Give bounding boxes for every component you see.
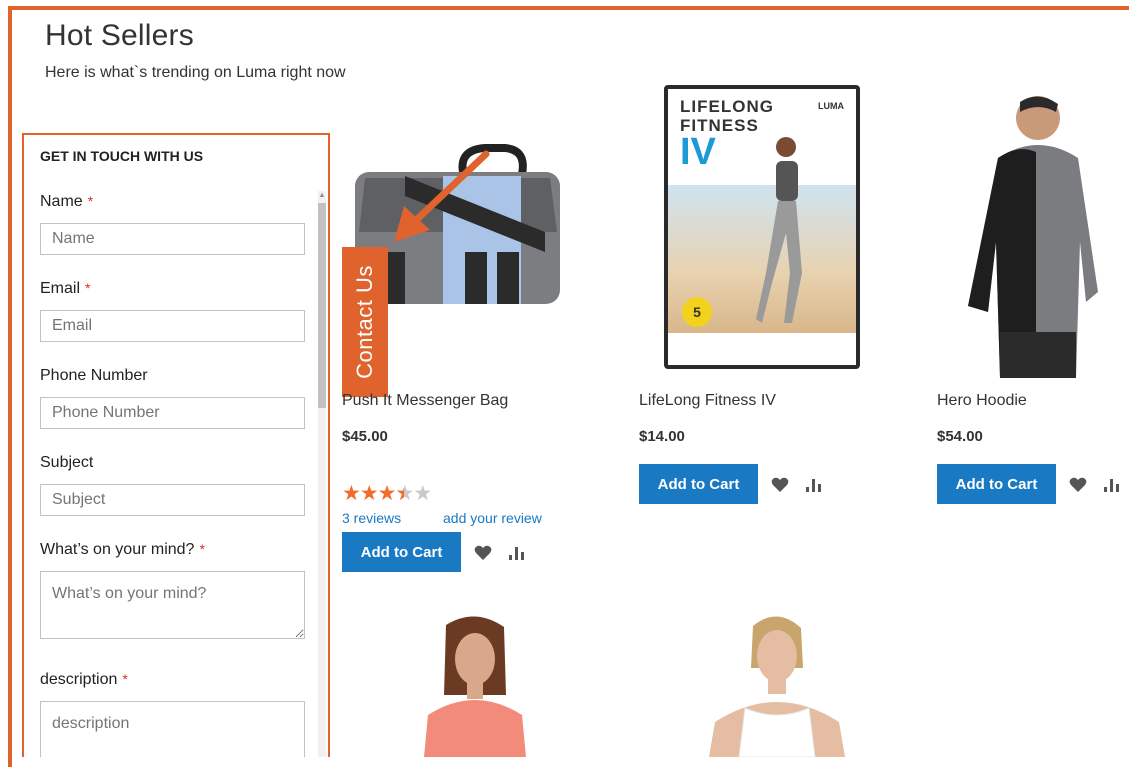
scroll-thumb[interactable] bbox=[318, 203, 326, 408]
section-title: Hot Sellers bbox=[45, 19, 194, 52]
dvd-badge: 5 bbox=[682, 297, 712, 327]
name-input[interactable] bbox=[40, 223, 305, 255]
compare-bars-icon[interactable] bbox=[1101, 474, 1123, 496]
heart-icon[interactable] bbox=[472, 542, 494, 564]
arrow-annotation bbox=[394, 150, 490, 242]
product-name[interactable]: Hero Hoodie bbox=[937, 392, 1027, 410]
product-image-dvd[interactable]: LIFELONG FITNESS IV LUMA 5 bbox=[664, 85, 860, 369]
product-image-tee-woman[interactable] bbox=[420, 615, 530, 757]
section-subtitle: Here is what`s trending on Luma right no… bbox=[45, 64, 346, 81]
email-input[interactable] bbox=[40, 310, 305, 342]
product-price: $45.00 bbox=[342, 428, 388, 445]
dvd-brand: LUMA bbox=[818, 101, 844, 111]
scroll-up-arrow-icon[interactable]: ▲ bbox=[318, 191, 326, 201]
heart-icon[interactable] bbox=[769, 474, 791, 496]
contact-form-panel: GET IN TOUCH WITH US Name* Email* Phone … bbox=[22, 133, 330, 757]
product-name[interactable]: Push It Messenger Bag bbox=[342, 392, 508, 410]
add-review-link[interactable]: add your review bbox=[443, 510, 542, 526]
message-label: What’s on your mind? * bbox=[40, 541, 205, 558]
email-label: Email * bbox=[40, 280, 91, 297]
product-image-tank-woman[interactable] bbox=[705, 612, 850, 758]
product-price: $54.00 bbox=[937, 428, 983, 445]
heart-icon[interactable] bbox=[1067, 474, 1089, 496]
subject-input[interactable] bbox=[40, 484, 305, 516]
description-label: description * bbox=[40, 671, 128, 688]
message-textarea[interactable] bbox=[40, 571, 305, 639]
phone-input[interactable] bbox=[40, 397, 305, 429]
rating-stars: ★★★★★★ bbox=[342, 482, 432, 505]
dvd-title: LIFELONG bbox=[680, 97, 774, 116]
product-image-hero-hoodie[interactable] bbox=[958, 92, 1110, 378]
compare-bars-icon[interactable] bbox=[803, 474, 825, 496]
add-to-cart-button[interactable]: Add to Cart bbox=[639, 464, 758, 504]
contact-us-tab[interactable]: Contact Us bbox=[342, 247, 388, 397]
product-name[interactable]: LifeLong Fitness IV bbox=[639, 392, 776, 410]
name-label: Name * bbox=[40, 193, 94, 210]
phone-label: Phone Number bbox=[40, 367, 148, 384]
dvd-title: IV bbox=[680, 131, 716, 173]
add-to-cart-button[interactable]: Add to Cart bbox=[342, 532, 461, 572]
add-to-cart-button[interactable]: Add to Cart bbox=[937, 464, 1056, 504]
form-scrollbar[interactable]: ▲ bbox=[318, 191, 326, 757]
description-textarea[interactable] bbox=[40, 701, 305, 757]
dvd-runner-figure bbox=[756, 133, 808, 333]
contact-us-tab-label: Contact Us bbox=[352, 265, 377, 379]
product-price: $14.00 bbox=[639, 428, 685, 445]
reviews-link[interactable]: 3 reviews bbox=[342, 510, 401, 526]
compare-bars-icon[interactable] bbox=[506, 542, 528, 564]
contact-form-heading: GET IN TOUCH WITH US bbox=[40, 148, 204, 164]
subject-label: Subject bbox=[40, 454, 94, 471]
